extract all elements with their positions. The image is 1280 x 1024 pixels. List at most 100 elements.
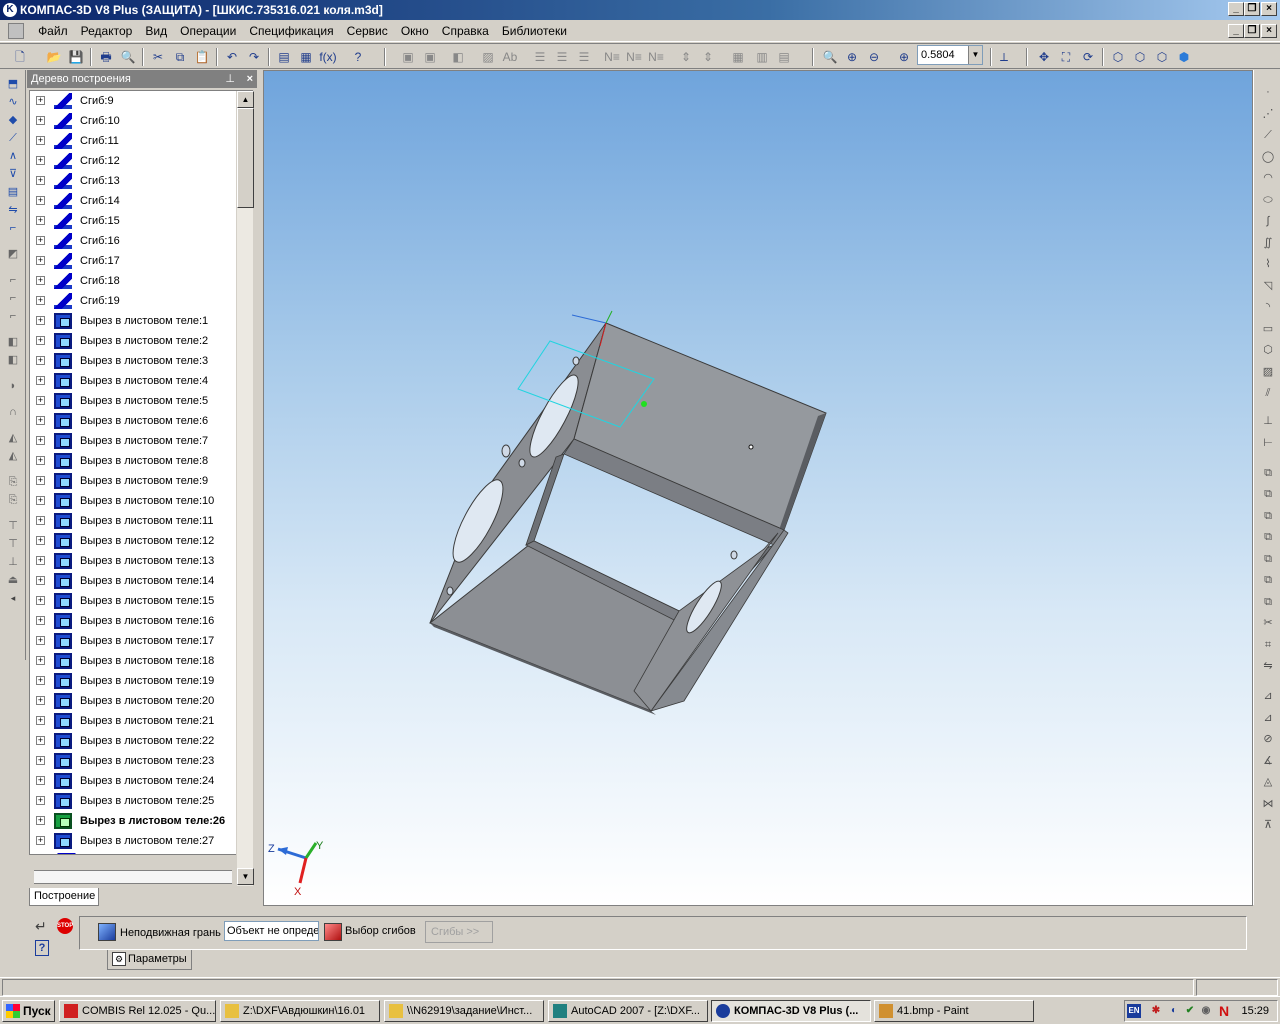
chevron-down-icon[interactable]: ▼ — [968, 46, 982, 64]
expand-plus-icon[interactable]: + — [36, 836, 45, 845]
task-combis[interactable]: COMBIS Rel 12.025 - Qu... — [59, 1000, 216, 1022]
close-button[interactable]: × — [1261, 2, 1277, 16]
zoom-in-icon[interactable]: ⊕ — [842, 47, 862, 67]
layer2-icon[interactable]: ▣ — [420, 47, 440, 67]
rough-icon[interactable]: ⊥ — [1257, 411, 1279, 431]
tree-item[interactable]: + Сгиб:19 — [30, 291, 252, 311]
layer-icon[interactable]: ▣ — [398, 47, 418, 67]
polygon-icon[interactable]: ⬡ — [1257, 340, 1279, 360]
tree-item[interactable]: + Вырез в листовом теле:3 — [30, 351, 252, 371]
start-button[interactable]: Пуск — [2, 1000, 55, 1022]
shaded-icon[interactable]: ⬢ — [1174, 47, 1194, 67]
rotate-objects-icon[interactable]: ⧉ — [1257, 506, 1279, 526]
menu-libraries[interactable]: Библиотеки — [497, 20, 572, 42]
tree-item[interactable]: + Вырез в листовом теле:12 — [30, 531, 252, 551]
tree-item[interactable]: + Сгиб:16 — [30, 231, 252, 251]
rebend-icon[interactable]: ⊤ — [2, 536, 24, 552]
expand-plus-icon[interactable]: + — [36, 596, 45, 605]
cut-tool-icon[interactable]: ◧ — [2, 352, 24, 368]
redo-icon[interactable]: ↷ — [244, 47, 264, 67]
network-icon[interactable]: ◐ — [1167, 1004, 1181, 1018]
expand-plus-icon[interactable]: + — [36, 816, 45, 825]
menu-help[interactable]: Справка — [437, 20, 494, 42]
copy-icon[interactable]: ⧉ — [170, 47, 190, 67]
constraint1-icon[interactable]: ⊿ — [1257, 686, 1279, 706]
flange-tool-icon[interactable]: ⌐ — [2, 308, 24, 324]
array-icon[interactable]: ⧉ — [1257, 592, 1279, 612]
tree-item[interactable]: + Вырез в листовом теле:17 — [30, 631, 252, 651]
expand-plus-icon[interactable]: + — [36, 256, 45, 265]
hole-tool-icon[interactable]: ◧ — [2, 334, 24, 350]
expand-plus-icon[interactable]: + — [36, 436, 45, 445]
expand-plus-icon[interactable]: + — [36, 516, 45, 525]
doc-minimize-button[interactable]: _ — [1228, 24, 1244, 38]
expand-plus-icon[interactable]: + — [36, 456, 45, 465]
vertical1-icon[interactable]: ⇕ — [676, 47, 696, 67]
expand-plus-icon[interactable]: + — [36, 316, 45, 325]
scroll-thumb[interactable] — [237, 108, 254, 208]
tree-item[interactable]: + Сгиб:11 — [30, 131, 252, 151]
fit-all-icon[interactable]: ⛶ — [1056, 47, 1076, 67]
object-icon[interactable]: ◧ — [448, 47, 468, 67]
filters-icon[interactable]: ⊽ — [2, 166, 24, 182]
tree-scrollbar[interactable]: ▲ ▼ — [236, 91, 254, 886]
tree-item[interactable]: + Вырез в листовом теле:23 — [30, 751, 252, 771]
sheet-body-tool-icon[interactable]: ◩ — [2, 246, 24, 262]
tree-item[interactable]: + Вырез в листовом теле:21 — [30, 711, 252, 731]
nurbs-icon[interactable]: ∬ — [1257, 233, 1279, 253]
tree-item[interactable]: + Вырез в листовом теле:8 — [30, 451, 252, 471]
pin-icon[interactable]: ⊥ — [225, 70, 235, 88]
vertical2-icon[interactable]: ⇕ — [698, 47, 718, 67]
tab-parameters[interactable]: ⚙ Параметры — [107, 950, 192, 970]
expand-plus-icon[interactable]: + — [36, 676, 45, 685]
rows-icon[interactable]: ▤ — [774, 47, 794, 67]
scroll-down-icon[interactable]: ▼ — [237, 868, 254, 885]
tree-item[interactable]: + Вырез в листовом теле:22 — [30, 731, 252, 751]
expand-plus-icon[interactable]: + — [36, 336, 45, 345]
scale-icon[interactable]: ⧉ — [1257, 527, 1279, 547]
expand-plus-icon[interactable]: + — [36, 396, 45, 405]
constraint2-icon[interactable]: ⊿ — [1257, 708, 1279, 728]
expand-plus-icon[interactable]: + — [36, 116, 45, 125]
trim-icon[interactable]: ✂ — [1257, 613, 1279, 633]
constraint7-icon[interactable]: ⊼ — [1257, 815, 1279, 835]
tree-item[interactable]: + Вырез в листовом теле:5 — [30, 391, 252, 411]
expand-plus-icon[interactable]: + — [36, 716, 45, 725]
tree-item[interactable]: + Вырез в листовом теле:10 — [30, 491, 252, 511]
numbering3-icon[interactable]: N≡ — [646, 47, 666, 67]
print-icon[interactable]: 🖶 — [96, 47, 116, 67]
close-icon[interactable]: × — [247, 70, 253, 88]
minimize-button[interactable]: _ — [1228, 2, 1244, 16]
maximize-button[interactable]: ❐ — [1244, 2, 1260, 16]
constraint3-icon[interactable]: ⊘ — [1257, 729, 1279, 749]
tree-item[interactable]: + Вырез в листовом теле:1 — [30, 311, 252, 331]
numbering2-icon[interactable]: N≡ — [624, 47, 644, 67]
paste-icon[interactable]: 📋 — [192, 47, 212, 67]
circle-icon[interactable]: ◯ — [1257, 147, 1279, 167]
tree-item[interactable]: + Вырез в листовом теле:13 — [30, 551, 252, 571]
chevron-down-icon[interactable]: ◂ — [2, 590, 24, 606]
expand-plus-icon[interactable]: + — [36, 696, 45, 705]
break-icon[interactable]: ⌗ — [1257, 635, 1279, 655]
menu-specification[interactable]: Спецификация — [244, 20, 338, 42]
align3-icon[interactable]: ☰ — [574, 47, 594, 67]
expand-plus-icon[interactable]: + — [36, 756, 45, 765]
tree-item[interactable]: + Вырез в листовом теле:14 — [30, 571, 252, 591]
tree-item[interactable]: + Вырез в листовом теле:19 — [30, 671, 252, 691]
segment-icon[interactable]: ⟋ — [1257, 125, 1279, 145]
zoom-scale-icon[interactable]: ⊕ — [894, 47, 914, 67]
menu-file[interactable]: Файл — [33, 20, 73, 42]
variables-icon[interactable]: ▦ — [296, 47, 316, 67]
tree-item[interactable]: + Вырез в листовом теле:9 — [30, 471, 252, 491]
save-icon[interactable]: 💾 — [66, 47, 86, 67]
expand-plus-icon[interactable]: + — [36, 656, 45, 665]
tree-item[interactable]: + Вырез в листовом теле:11 — [30, 511, 252, 531]
tree-item[interactable]: + Вырез в листовом теле:18 — [30, 651, 252, 671]
function-icon[interactable]: f(x) — [318, 47, 338, 67]
rib-icon[interactable]: ◭ — [2, 448, 24, 464]
task-paint[interactable]: 41.bmp - Paint — [874, 1000, 1034, 1022]
task-folder-network[interactable]: \\N62919\задание\Инст... — [384, 1000, 544, 1022]
closed-corner-icon[interactable]: ◗ — [2, 378, 24, 394]
new-icon[interactable]: 🗋 — [10, 47, 30, 67]
measure-icon[interactable]: ∧ — [2, 148, 24, 164]
